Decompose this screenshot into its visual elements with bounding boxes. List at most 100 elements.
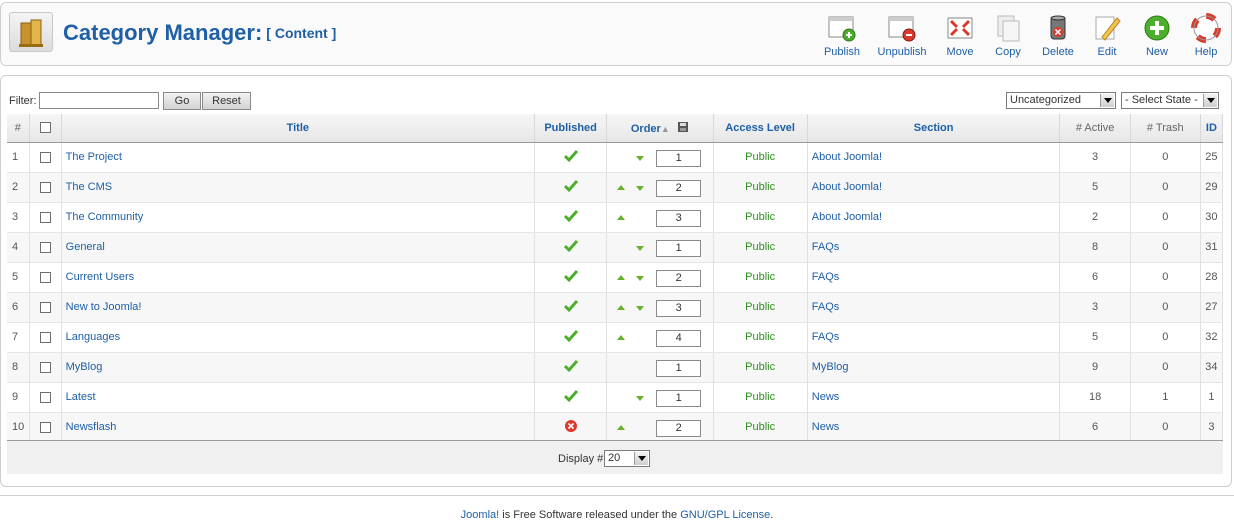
category-title-link[interactable]: Latest (66, 391, 96, 403)
section-link[interactable]: News (812, 391, 840, 403)
move-up-icon[interactable] (617, 424, 626, 430)
move-down-icon[interactable] (636, 185, 645, 191)
published-check-icon[interactable] (563, 209, 579, 223)
access-level-link[interactable]: Public (713, 202, 808, 233)
delete-button[interactable]: Delete (1031, 13, 1085, 61)
header-order[interactable]: Order▲ (606, 114, 714, 143)
access-level-link[interactable]: Public (713, 262, 808, 293)
order-input[interactable]: 4 (656, 329, 702, 347)
category-title-link[interactable]: Newsflash (66, 421, 117, 433)
save-order-icon[interactable] (677, 121, 689, 133)
order-input[interactable]: 2 (656, 269, 702, 287)
access-level-link[interactable]: Public (713, 142, 808, 173)
category-title-link[interactable]: The Community (66, 211, 144, 223)
order-input[interactable]: 2 (656, 179, 702, 197)
header-title[interactable]: Title (61, 114, 536, 143)
section-link[interactable]: About Joomla! (812, 211, 882, 223)
row-section-cell: About Joomla! (807, 172, 1061, 203)
section-select[interactable]: Uncategorized (1006, 92, 1116, 109)
row-checkbox[interactable] (39, 271, 51, 283)
active-count: 5 (1059, 322, 1131, 353)
move-up-icon[interactable] (617, 214, 626, 220)
category-title-link[interactable]: Current Users (66, 271, 134, 283)
row-checkbox[interactable] (39, 331, 51, 343)
category-title-link[interactable]: New to Joomla! (66, 301, 142, 313)
move-down-icon[interactable] (636, 245, 645, 251)
category-title-link[interactable]: General (66, 241, 105, 253)
row-checkbox[interactable] (39, 211, 51, 223)
access-level-link[interactable]: Public (713, 292, 808, 323)
published-check-icon[interactable] (563, 149, 579, 163)
published-check-icon[interactable] (563, 359, 579, 373)
category-title-link[interactable]: The CMS (66, 181, 112, 193)
display-count-select[interactable]: 20 (604, 450, 650, 467)
select-all-checkbox[interactable] (39, 122, 51, 134)
go-button[interactable]: Go (163, 92, 201, 110)
row-checkbox-cell (29, 352, 62, 383)
access-level-link[interactable]: Public (713, 352, 808, 383)
access-level-link[interactable]: Public (713, 322, 808, 353)
published-check-icon[interactable] (563, 299, 579, 313)
joomla-link[interactable]: Joomla! (461, 509, 500, 521)
header-num: # (7, 114, 30, 143)
row-checkbox[interactable] (39, 361, 51, 373)
move-down-icon[interactable] (636, 275, 645, 281)
reset-button[interactable]: Reset (202, 92, 251, 110)
order-input[interactable]: 1 (656, 239, 702, 257)
access-level-link[interactable]: Public (713, 382, 808, 413)
header-section[interactable]: Section (807, 114, 1061, 143)
state-select[interactable]: - Select State - (1121, 92, 1219, 109)
section-link[interactable]: FAQs (812, 331, 840, 343)
unpublish-button[interactable]: Unpublish (875, 13, 929, 61)
section-link[interactable]: FAQs (812, 271, 840, 283)
copy-button[interactable]: Copy (981, 13, 1035, 61)
move-up-icon[interactable] (617, 184, 626, 190)
help-button[interactable]: Help (1179, 13, 1233, 61)
row-checkbox[interactable] (39, 241, 51, 253)
new-button[interactable]: New (1130, 13, 1184, 61)
move-up-icon[interactable] (617, 334, 626, 340)
order-input[interactable]: 3 (656, 299, 702, 317)
move-down-icon[interactable] (636, 155, 645, 161)
published-check-icon[interactable] (563, 329, 579, 343)
category-title-link[interactable]: The Project (66, 151, 122, 163)
order-input[interactable]: 1 (656, 359, 702, 377)
row-checkbox[interactable] (39, 151, 51, 163)
move-down-icon[interactable] (636, 305, 645, 311)
published-check-icon[interactable] (563, 389, 579, 403)
filter-input[interactable] (39, 92, 159, 109)
section-link[interactable]: About Joomla! (812, 181, 882, 193)
unpublished-x-icon[interactable] (564, 419, 578, 433)
move-up-icon[interactable] (617, 304, 626, 310)
section-link[interactable]: FAQs (812, 301, 840, 313)
category-title-link[interactable]: MyBlog (66, 361, 103, 373)
section-link[interactable]: FAQs (812, 241, 840, 253)
published-check-icon[interactable] (563, 269, 579, 283)
order-input[interactable]: 3 (656, 209, 702, 227)
access-level-link[interactable]: Public (713, 172, 808, 203)
license-link[interactable]: GNU/GPL License (680, 509, 770, 521)
row-checkbox[interactable] (39, 391, 51, 403)
publish-button[interactable]: Publish (815, 13, 869, 61)
section-link[interactable]: About Joomla! (812, 151, 882, 163)
header-published[interactable]: Published (534, 114, 608, 143)
move-down-icon[interactable] (636, 395, 645, 401)
header-id[interactable]: ID (1200, 114, 1224, 143)
category-title-link[interactable]: Languages (66, 331, 120, 343)
row-checkbox[interactable] (39, 421, 51, 433)
section-link[interactable]: MyBlog (812, 361, 849, 373)
access-level-link[interactable]: Public (713, 412, 808, 443)
access-level-link[interactable]: Public (713, 232, 808, 263)
edit-button[interactable]: Edit (1080, 13, 1134, 61)
row-checkbox[interactable] (39, 181, 51, 193)
order-input[interactable]: 2 (656, 419, 702, 437)
section-link[interactable]: News (812, 421, 840, 433)
move-up-icon[interactable] (617, 274, 626, 280)
published-check-icon[interactable] (563, 239, 579, 253)
move-button[interactable]: Move (933, 13, 987, 61)
header-access[interactable]: Access Level (713, 114, 808, 143)
published-check-icon[interactable] (563, 179, 579, 193)
order-input[interactable]: 1 (656, 389, 702, 407)
row-checkbox[interactable] (39, 301, 51, 313)
order-input[interactable]: 1 (656, 149, 702, 167)
